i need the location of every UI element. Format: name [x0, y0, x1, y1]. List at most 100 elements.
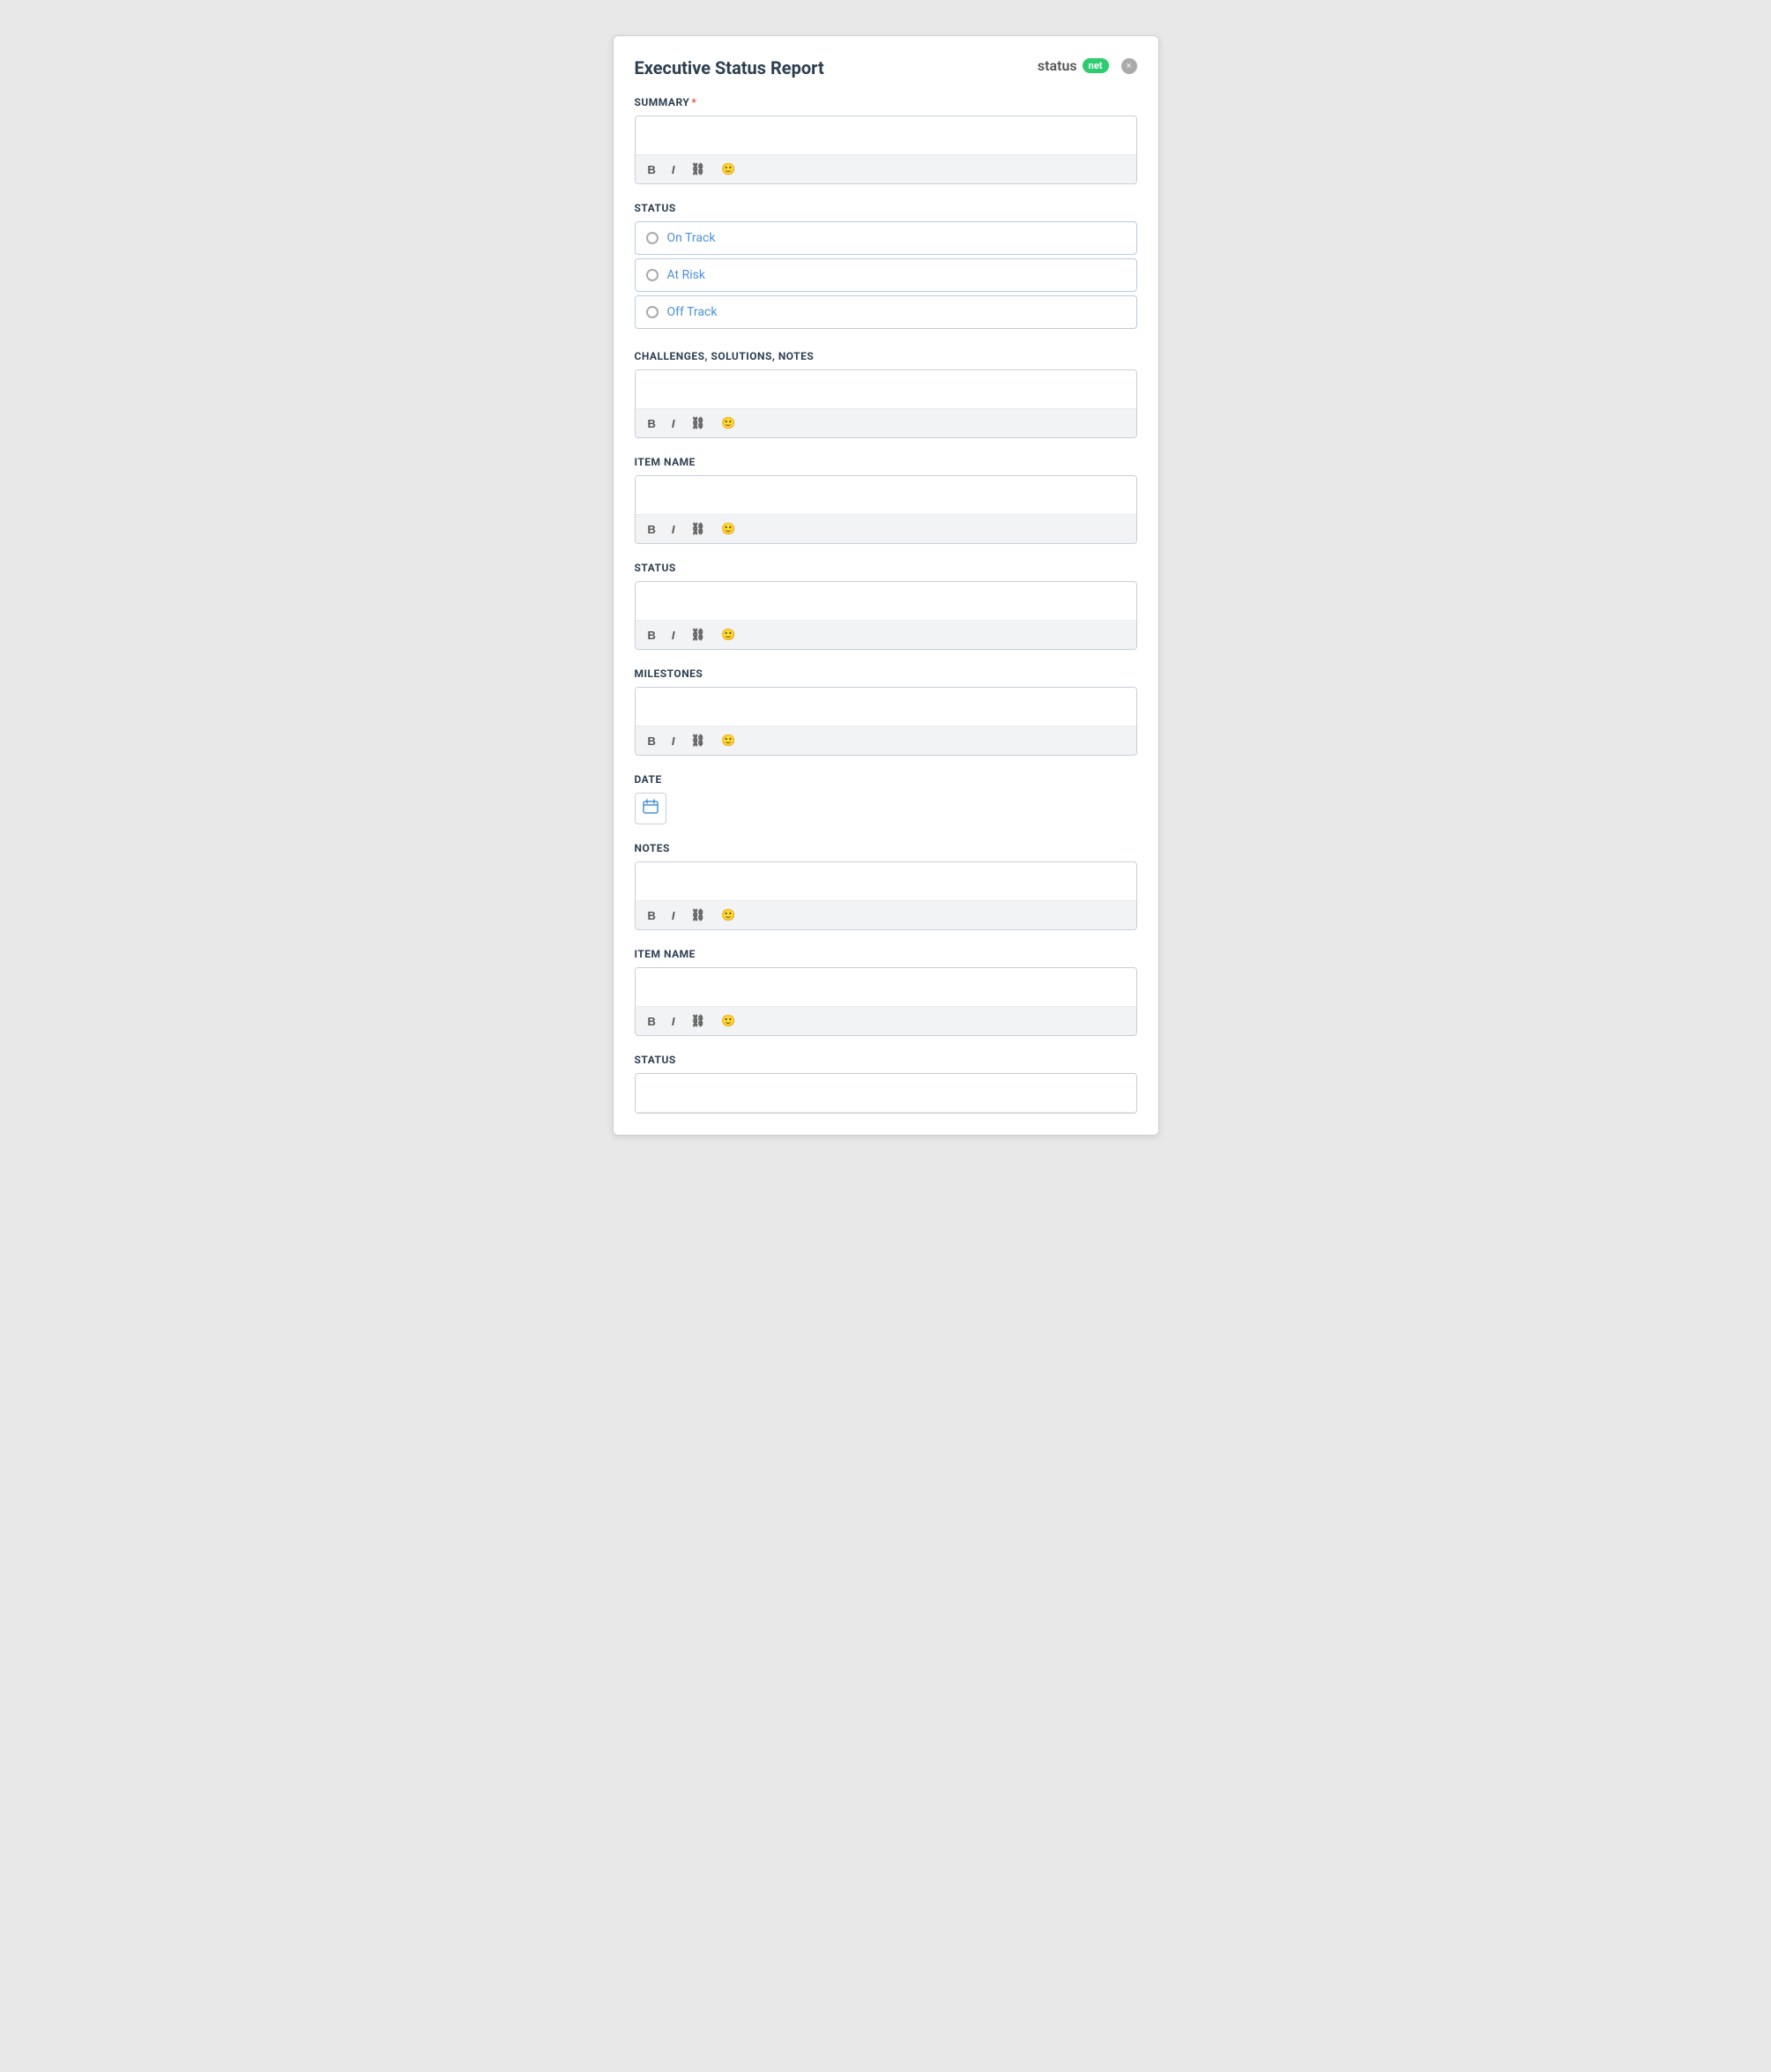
- item-name-2-input[interactable]: [636, 968, 1136, 1007]
- summary-editor: B I ⛓ 🙂: [635, 116, 1137, 184]
- status-2-input[interactable]: [636, 582, 1136, 621]
- item-name-1-italic-button[interactable]: I: [668, 521, 679, 538]
- summary-bold-button[interactable]: B: [644, 161, 659, 178]
- close-button[interactable]: ×: [1121, 58, 1137, 74]
- challenges-toolbar: B I ⛓ 🙂: [636, 409, 1136, 437]
- notes-link-icon: ⛓: [691, 908, 706, 921]
- status-2-section: STATUS B I ⛓ 🙂: [635, 562, 1137, 650]
- notes-italic-button[interactable]: I: [668, 907, 679, 924]
- challenges-editor: B I ⛓ 🙂: [635, 369, 1137, 438]
- modal: Executive Status Report status net × SUM…: [613, 35, 1159, 1136]
- milestones-emoji-button[interactable]: 🙂: [718, 732, 739, 749]
- calendar-icon: [643, 799, 659, 819]
- status-2-link-button[interactable]: ⛓: [688, 626, 710, 644]
- status-option-off-track[interactable]: Off Track: [635, 295, 1137, 329]
- summary-input[interactable]: [636, 116, 1136, 155]
- radio-on-track: [646, 232, 659, 244]
- item-name-2-section: ITEM NAME B I ⛓ 🙂: [635, 948, 1137, 1036]
- notes-emoji-button[interactable]: 🙂: [718, 906, 739, 924]
- item-name-2-emoji-button[interactable]: 🙂: [718, 1012, 739, 1030]
- item-name-2-editor: B I ⛓ 🙂: [635, 967, 1137, 1036]
- milestones-editor: B I ⛓ 🙂: [635, 687, 1137, 756]
- modal-header: Executive Status Report status net ×: [635, 57, 1137, 78]
- milestones-toolbar: B I ⛓ 🙂: [636, 727, 1136, 755]
- milestones-input[interactable]: [636, 688, 1136, 727]
- status-2-editor: B I ⛓ 🙂: [635, 581, 1137, 650]
- item-name-1-editor: B I ⛓ 🙂: [635, 475, 1137, 544]
- radio-off-track: [646, 306, 659, 318]
- status-on-track-label: On Track: [667, 231, 716, 245]
- item-name-2-italic-button[interactable]: I: [668, 1013, 679, 1030]
- item-name-2-bold-button[interactable]: B: [644, 1013, 659, 1030]
- logo-text: status: [1038, 57, 1077, 74]
- modal-title-group: Executive Status Report: [635, 57, 824, 78]
- item-name-1-link-icon: ⛓: [691, 522, 706, 535]
- milestones-label: MILESTONES: [635, 667, 1137, 680]
- milestones-link-icon: ⛓: [691, 734, 706, 747]
- item-name-2-link-icon: ⛓: [691, 1014, 706, 1027]
- challenges-emoji-button[interactable]: 🙂: [718, 414, 739, 432]
- notes-bold-button[interactable]: B: [644, 907, 659, 924]
- summary-link-button[interactable]: ⛓: [688, 160, 710, 178]
- milestones-link-button[interactable]: ⛓: [688, 732, 710, 749]
- status-2-italic-button[interactable]: I: [668, 627, 679, 644]
- notes-section: NOTES B I ⛓ 🙂: [635, 842, 1137, 930]
- summary-emoji-button[interactable]: 🙂: [718, 160, 739, 178]
- status-2-emoji-button[interactable]: 🙂: [718, 626, 739, 644]
- notes-toolbar: B I ⛓ 🙂: [636, 901, 1136, 929]
- milestones-section: MILESTONES B I ⛓ 🙂: [635, 667, 1137, 756]
- item-name-2-toolbar: B I ⛓ 🙂: [636, 1007, 1136, 1035]
- status-3-input[interactable]: [636, 1074, 1136, 1113]
- item-name-1-link-button[interactable]: ⛓: [688, 520, 710, 538]
- summary-italic-button[interactable]: I: [668, 161, 679, 178]
- status-at-risk-label: At Risk: [667, 268, 705, 282]
- modal-title: Executive Status Report: [635, 57, 824, 78]
- item-name-1-label: ITEM NAME: [635, 456, 1137, 468]
- item-name-1-toolbar: B I ⛓ 🙂: [636, 515, 1136, 543]
- challenges-input[interactable]: [636, 370, 1136, 409]
- logo-badge: net: [1083, 58, 1109, 73]
- status-label: STATUS: [635, 202, 1137, 214]
- challenges-link-button[interactable]: ⛓: [688, 414, 710, 432]
- date-picker-button[interactable]: [635, 793, 666, 824]
- status-2-emoji-icon: 🙂: [721, 628, 735, 641]
- date-label: DATE: [635, 773, 1137, 786]
- item-name-2-link-button[interactable]: ⛓: [688, 1012, 710, 1030]
- status-2-toolbar: B I ⛓ 🙂: [636, 621, 1136, 649]
- link-icon: ⛓: [691, 162, 706, 175]
- item-name-2-label: ITEM NAME: [635, 948, 1137, 960]
- status-off-track-label: Off Track: [667, 305, 718, 319]
- item-name-1-emoji-button[interactable]: 🙂: [718, 520, 739, 538]
- notes-editor: B I ⛓ 🙂: [635, 861, 1137, 930]
- item-name-1-emoji-icon: 🙂: [721, 522, 735, 535]
- challenges-bold-button[interactable]: B: [644, 415, 659, 432]
- milestones-italic-button[interactable]: I: [668, 733, 679, 749]
- item-name-2-emoji-icon: 🙂: [721, 1014, 735, 1027]
- status-2-label: STATUS: [635, 562, 1137, 574]
- required-indicator: *: [691, 96, 696, 108]
- status-section: STATUS On Track At Risk Off Track: [635, 202, 1137, 332]
- status-2-bold-button[interactable]: B: [644, 627, 659, 644]
- notes-link-button[interactable]: ⛓: [688, 906, 710, 924]
- notes-input[interactable]: [636, 862, 1136, 901]
- status-2-link-icon: ⛓: [691, 628, 706, 641]
- status-option-at-risk[interactable]: At Risk: [635, 258, 1137, 292]
- status-option-on-track[interactable]: On Track: [635, 221, 1137, 255]
- item-name-1-input[interactable]: [636, 476, 1136, 515]
- summary-toolbar: B I ⛓ 🙂: [636, 155, 1136, 183]
- challenges-link-icon: ⛓: [691, 416, 706, 429]
- summary-section: SUMMARY* B I ⛓ 🙂: [635, 96, 1137, 184]
- status-3-label: STATUS: [635, 1054, 1137, 1066]
- challenges-italic-button[interactable]: I: [668, 415, 679, 432]
- challenges-label: CHALLENGES, SOLUTIONS, NOTES: [635, 350, 1137, 362]
- milestones-bold-button[interactable]: B: [644, 733, 659, 749]
- status-options-group: On Track At Risk Off Track: [635, 221, 1137, 332]
- modal-logo-group: status net ×: [1038, 57, 1137, 74]
- challenges-emoji-icon: 🙂: [721, 416, 735, 429]
- notes-label: NOTES: [635, 842, 1137, 854]
- emoji-icon: 🙂: [721, 162, 735, 175]
- notes-emoji-icon: 🙂: [721, 908, 735, 921]
- status-3-section: STATUS: [635, 1054, 1137, 1114]
- milestones-emoji-icon: 🙂: [721, 734, 735, 747]
- item-name-1-bold-button[interactable]: B: [644, 521, 659, 538]
